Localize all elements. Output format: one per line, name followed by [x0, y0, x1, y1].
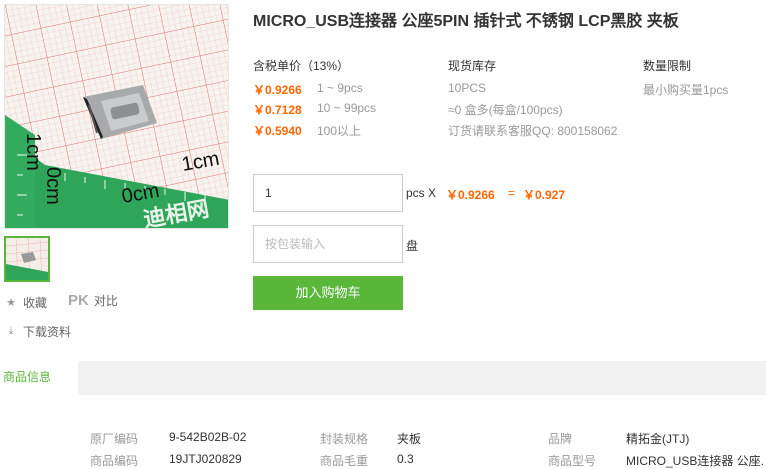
product-title: MICRO_USB连接器 公座5PIN 插针式 不锈钢 LCP黑胶 夹板 [253, 13, 679, 30]
ruler-label-0cm-left: 0cm [42, 167, 64, 205]
favorite-action[interactable]: ★ 收藏 [4, 294, 47, 311]
stock-pack: ≈0 盒多(每盒/100pcs) [448, 103, 563, 117]
stock-contact: 订货请联系客服QQ: 800158062 [448, 124, 618, 138]
stock-heading: 现货库存 [448, 59, 497, 73]
spec-key-brand: 品牌 [548, 432, 573, 446]
pack-quantity-input[interactable]: 按包装输入 [253, 225, 403, 263]
stock-qty: 10PCS [448, 81, 487, 95]
spec-key-mfr-code: 原厂编码 [90, 432, 139, 446]
range-tier-1: 1 ~ 9pcs [317, 81, 363, 95]
compare-action[interactable]: PK 对比 [68, 292, 118, 309]
product-photo: 1cm 0cm 0cm 1cm 迪相网 [5, 5, 228, 228]
detail-tab-bar: 商品信息 [0, 361, 766, 395]
spec-key-package: 封装规格 [320, 432, 369, 446]
download-icon: ⤓ [8, 325, 14, 337]
quantity-input[interactable]: 1 [253, 174, 403, 212]
spec-key-model: 商品型号 [548, 454, 597, 468]
thumbnail-photo [6, 238, 48, 280]
price-heading: 含税单价（13%） [253, 59, 350, 73]
spec-value-package: 夹板 [397, 432, 422, 446]
spec-value-weight: 0.3 [397, 452, 414, 466]
download-action[interactable]: ⤓ 下载资料 [4, 323, 71, 340]
spec-value-mfr-code: 9-542B02B-02 [169, 430, 247, 444]
compare-label: 对比 [93, 294, 118, 308]
product-thumbnail[interactable] [4, 236, 50, 282]
order-unit-price: ￥0.9266 [446, 188, 495, 202]
price-tier-1: ￥0.9266 [253, 83, 302, 97]
equals-sign: = [508, 186, 516, 200]
spec-value-brand: 精拓金(JTJ) [626, 432, 690, 446]
pack-unit-label: 盘 [406, 239, 419, 253]
spec-key-weight: 商品毛重 [320, 454, 369, 468]
limit-text: 最小购买量1pcs [643, 83, 729, 97]
spec-value-product-code: 19JTJ020829 [169, 452, 242, 466]
spec-key-product-code: 商品编码 [90, 454, 139, 468]
favorite-label: 收藏 [23, 296, 48, 310]
ruler-label-1cm-left: 1cm [22, 133, 44, 171]
order-total: ￥0.927 [523, 188, 566, 202]
pcs-multiplier-label: pcs X [406, 186, 437, 200]
download-label: 下载资料 [23, 325, 72, 339]
range-tier-3: 100以上 [317, 124, 362, 138]
pk-icon: PK [68, 292, 89, 309]
limit-heading: 数量限制 [643, 59, 692, 73]
star-icon: ★ [6, 297, 16, 309]
product-main-image[interactable]: 1cm 0cm 0cm 1cm 迪相网 [4, 4, 229, 229]
range-tier-2: 10 ~ 99pcs [317, 101, 377, 115]
add-to-cart-button[interactable]: 加入购物车 [253, 276, 403, 310]
spec-value-model: MICRO_USB连接器 公座. [626, 454, 765, 468]
price-tier-2: ￥0.7128 [253, 103, 302, 117]
tab-product-info[interactable]: 商品信息 [0, 361, 78, 395]
price-tier-3: ￥0.5940 [253, 124, 302, 138]
